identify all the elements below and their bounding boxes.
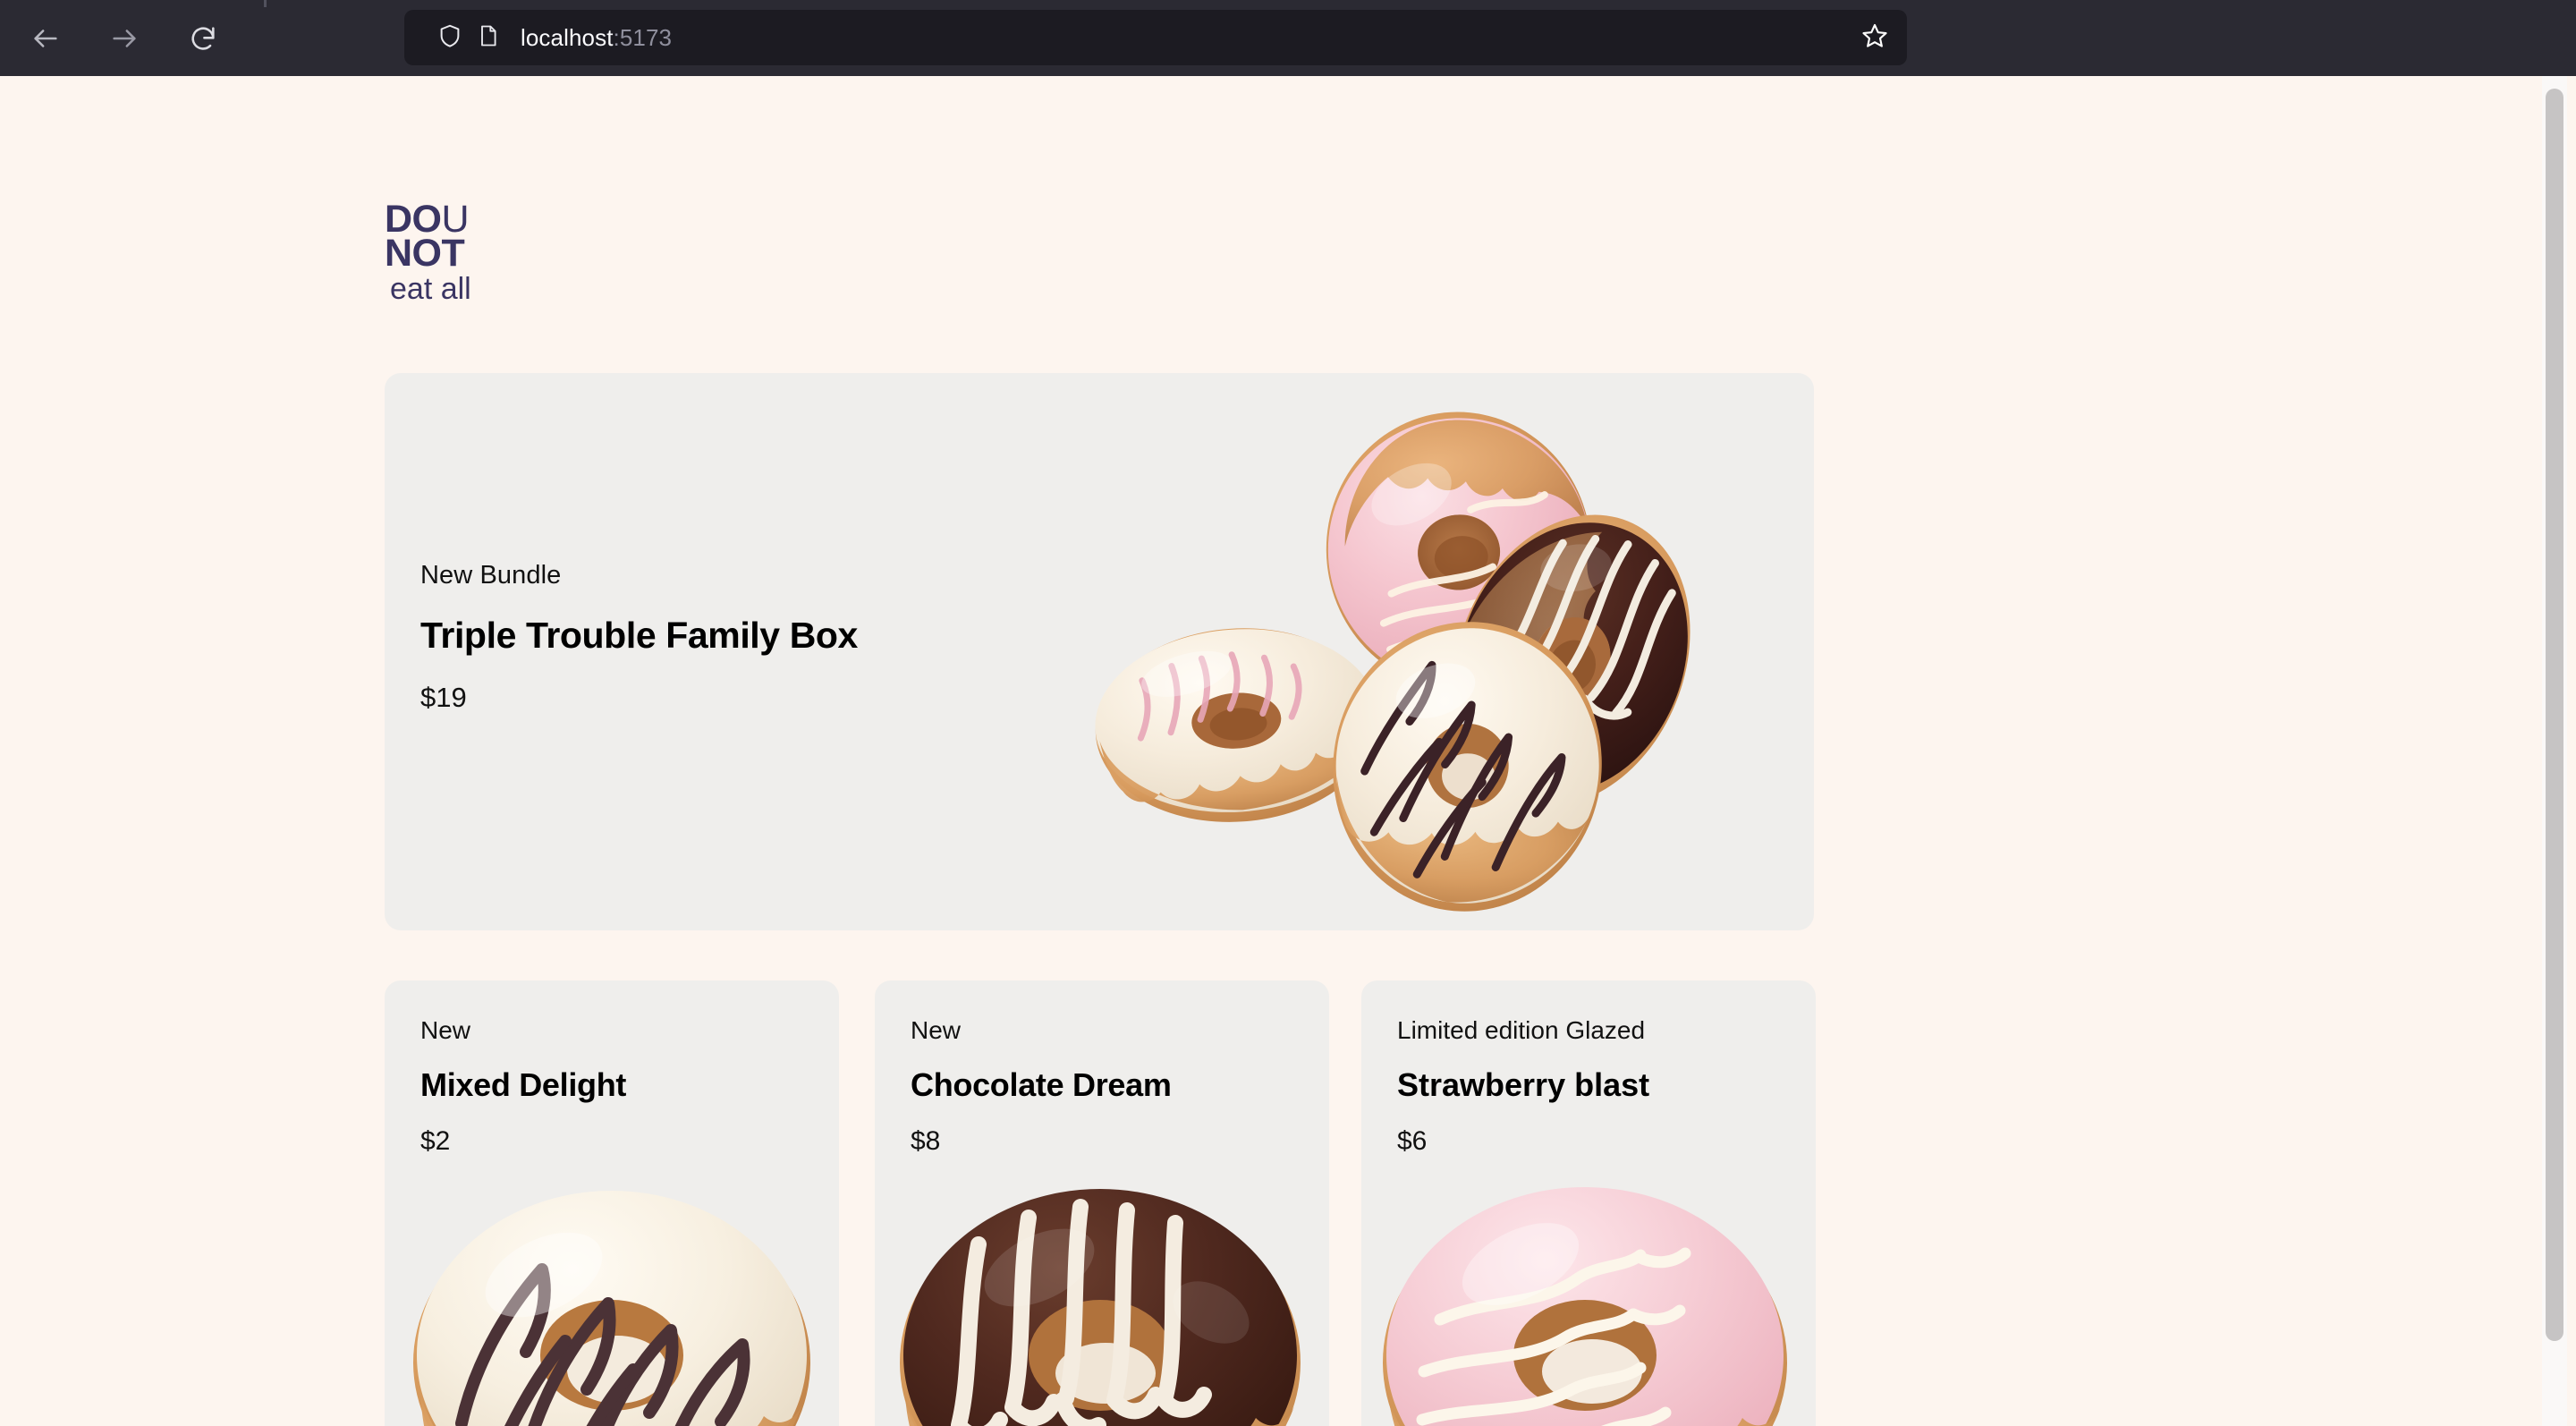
arrow-left-icon (30, 23, 61, 54)
product-price: $6 (1397, 1126, 1428, 1156)
url-bar[interactable]: localhost:5173 (404, 10, 1907, 65)
tab-strip-edge (264, 0, 267, 7)
reload-icon (188, 23, 218, 54)
product-text-block: New Chocolate Dream $8 (911, 1016, 1304, 1157)
reload-button[interactable] (175, 11, 231, 66)
back-button[interactable] (18, 11, 73, 66)
hero-product-card[interactable]: New Bundle Triple Trouble Family Box $19 (385, 373, 1814, 930)
product-price: $2 (420, 1126, 451, 1156)
scrollbar-thumb[interactable] (2546, 89, 2563, 1341)
logo-tagline: eat all (390, 271, 471, 306)
product-title: Strawberry blast (1397, 1066, 1650, 1103)
product-title: Chocolate Dream (911, 1066, 1172, 1103)
site-logo[interactable]: DOU NOT eat all (385, 200, 590, 306)
forward-button[interactable] (97, 11, 152, 66)
urlbar-icon-group (436, 22, 501, 54)
product-text-block: Limited edition Glazed Strawberry blast … (1397, 1016, 1791, 1157)
page-scrollbar[interactable] (2542, 76, 2567, 1426)
hero-title: Triple Trouble Family Box (420, 615, 858, 656)
product-eyebrow: New (911, 1016, 962, 1044)
shield-icon[interactable] (436, 22, 463, 54)
pink-glazed-donut-with-white-drizzle-image (1361, 1173, 1816, 1426)
url-port: :5173 (613, 23, 673, 51)
product-card[interactable]: New Mixed Delight $2 (385, 980, 839, 1426)
logo-not: NOT (385, 231, 465, 275)
product-eyebrow: New (420, 1016, 471, 1044)
bookmark-button[interactable] (1855, 18, 1894, 57)
four-donuts-group-image (1082, 382, 1798, 919)
hero-eyebrow: New Bundle (420, 561, 562, 590)
browser-chrome: localhost:5173 (0, 0, 2576, 76)
white-glazed-donut-with-chocolate-drizzle-image (385, 1173, 839, 1426)
product-card[interactable]: New Chocolate Dream $8 (875, 980, 1329, 1426)
product-eyebrow: Limited edition Glazed (1397, 1016, 1646, 1044)
product-text-block: New Mixed Delight $2 (420, 1016, 814, 1157)
window-right-edge (2567, 76, 2576, 1426)
page-document-icon[interactable] (476, 23, 501, 53)
hero-text-block: New Bundle Triple Trouble Family Box $19 (420, 561, 1100, 714)
url-host: localhost (521, 23, 614, 51)
product-price: $8 (911, 1126, 941, 1156)
star-icon (1860, 21, 1889, 55)
chocolate-glazed-donut-with-white-drizzle-image (875, 1173, 1329, 1426)
arrow-right-icon (109, 23, 140, 54)
navigation-buttons (18, 11, 231, 66)
product-card[interactable]: Limited edition Glazed Strawberry blast … (1361, 980, 1816, 1426)
product-title: Mixed Delight (420, 1066, 627, 1103)
url-text[interactable]: localhost:5173 (521, 24, 672, 52)
hero-price: $19 (420, 682, 467, 713)
page-viewport: DOU NOT eat all New Bundle Triple Troubl… (0, 76, 2576, 1426)
